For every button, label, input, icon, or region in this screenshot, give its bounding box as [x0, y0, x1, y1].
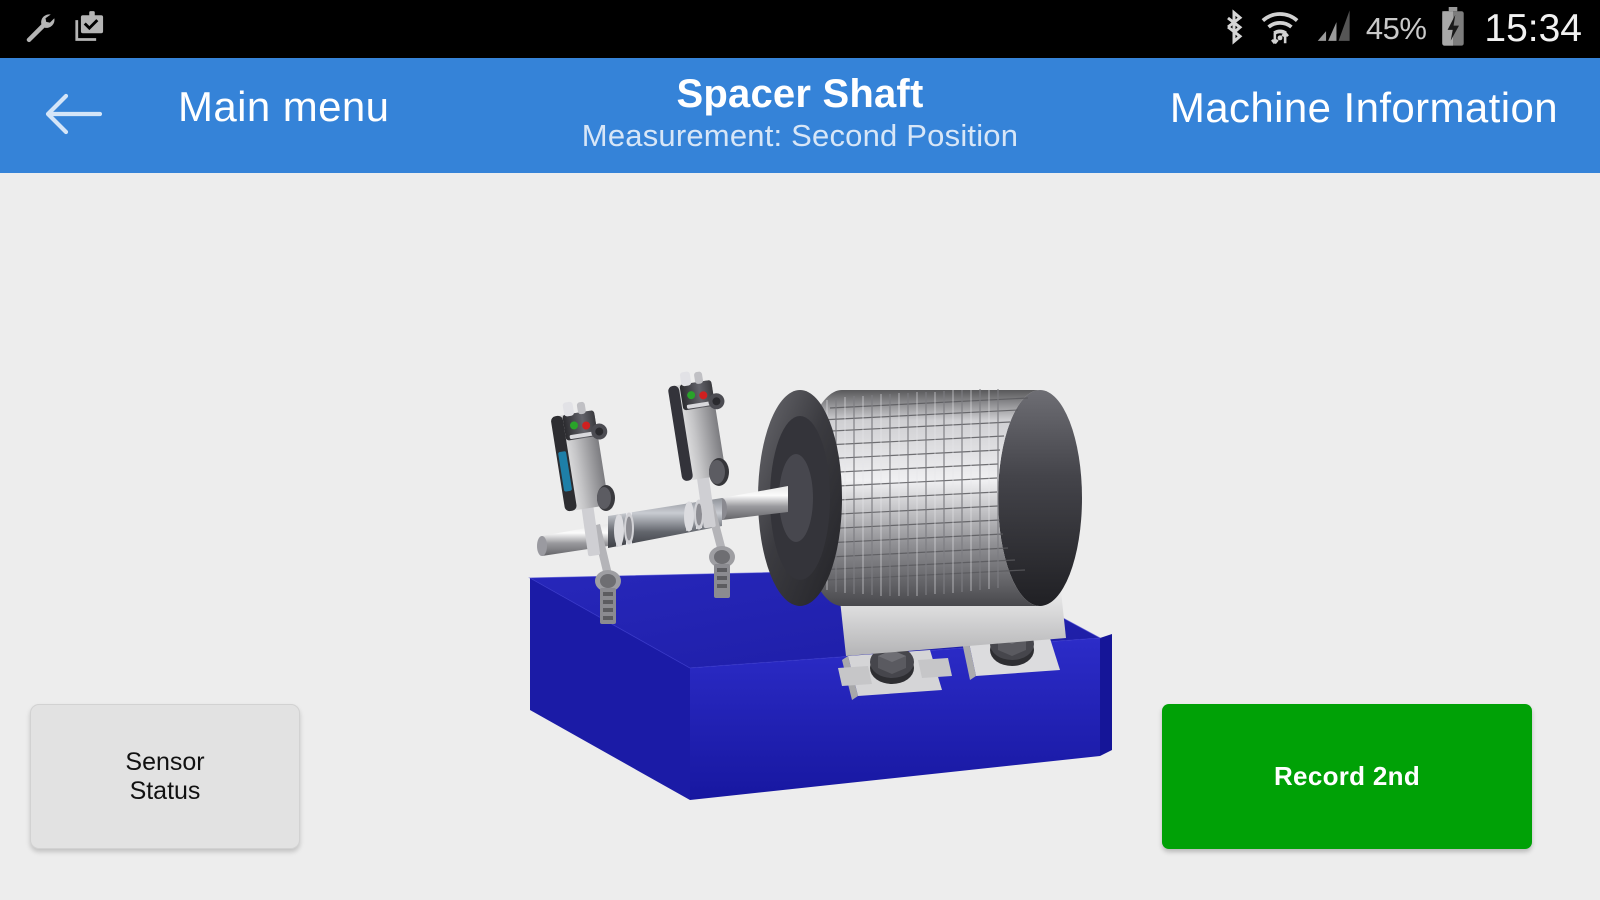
sensor-status-line1: Sensor	[125, 747, 205, 776]
machine-information-button[interactable]: Machine Information	[1170, 84, 1558, 132]
status-bar-clock: 15:34	[1484, 7, 1582, 50]
wifi-icon	[1260, 8, 1300, 51]
battery-percentage: 45%	[1365, 11, 1427, 46]
record-button[interactable]: Record 2nd	[1162, 704, 1532, 849]
cellular-signal-icon	[1313, 9, 1353, 50]
status-bar-left-icons	[22, 9, 110, 50]
record-button-label: Record 2nd	[1273, 761, 1421, 791]
bluetooth-icon	[1221, 8, 1247, 50]
status-bar: 45% 15:34	[0, 0, 1600, 58]
app-bar: Main menu Spacer Shaft Measurement: Seco…	[0, 58, 1600, 173]
status-bar-right-icons: 45% 15:34	[1221, 6, 1586, 52]
app-screen: 45% 15:34 Main menu Spacer Shaft Measure…	[0, 0, 1600, 900]
wrench-icon	[22, 10, 56, 49]
machine-3d-render	[500, 338, 1120, 818]
back-button[interactable]	[44, 88, 103, 144]
content-area: Sensor Status Record 2nd	[0, 173, 1600, 900]
battery-charging-icon	[1439, 6, 1467, 52]
sensor-status-button[interactable]: Sensor Status	[30, 704, 300, 849]
main-menu-button[interactable]: Main menu	[178, 83, 389, 131]
clipboard-check-icon	[74, 9, 110, 50]
sensor-status-line2: Status	[129, 776, 201, 805]
back-arrow-icon	[44, 91, 103, 142]
